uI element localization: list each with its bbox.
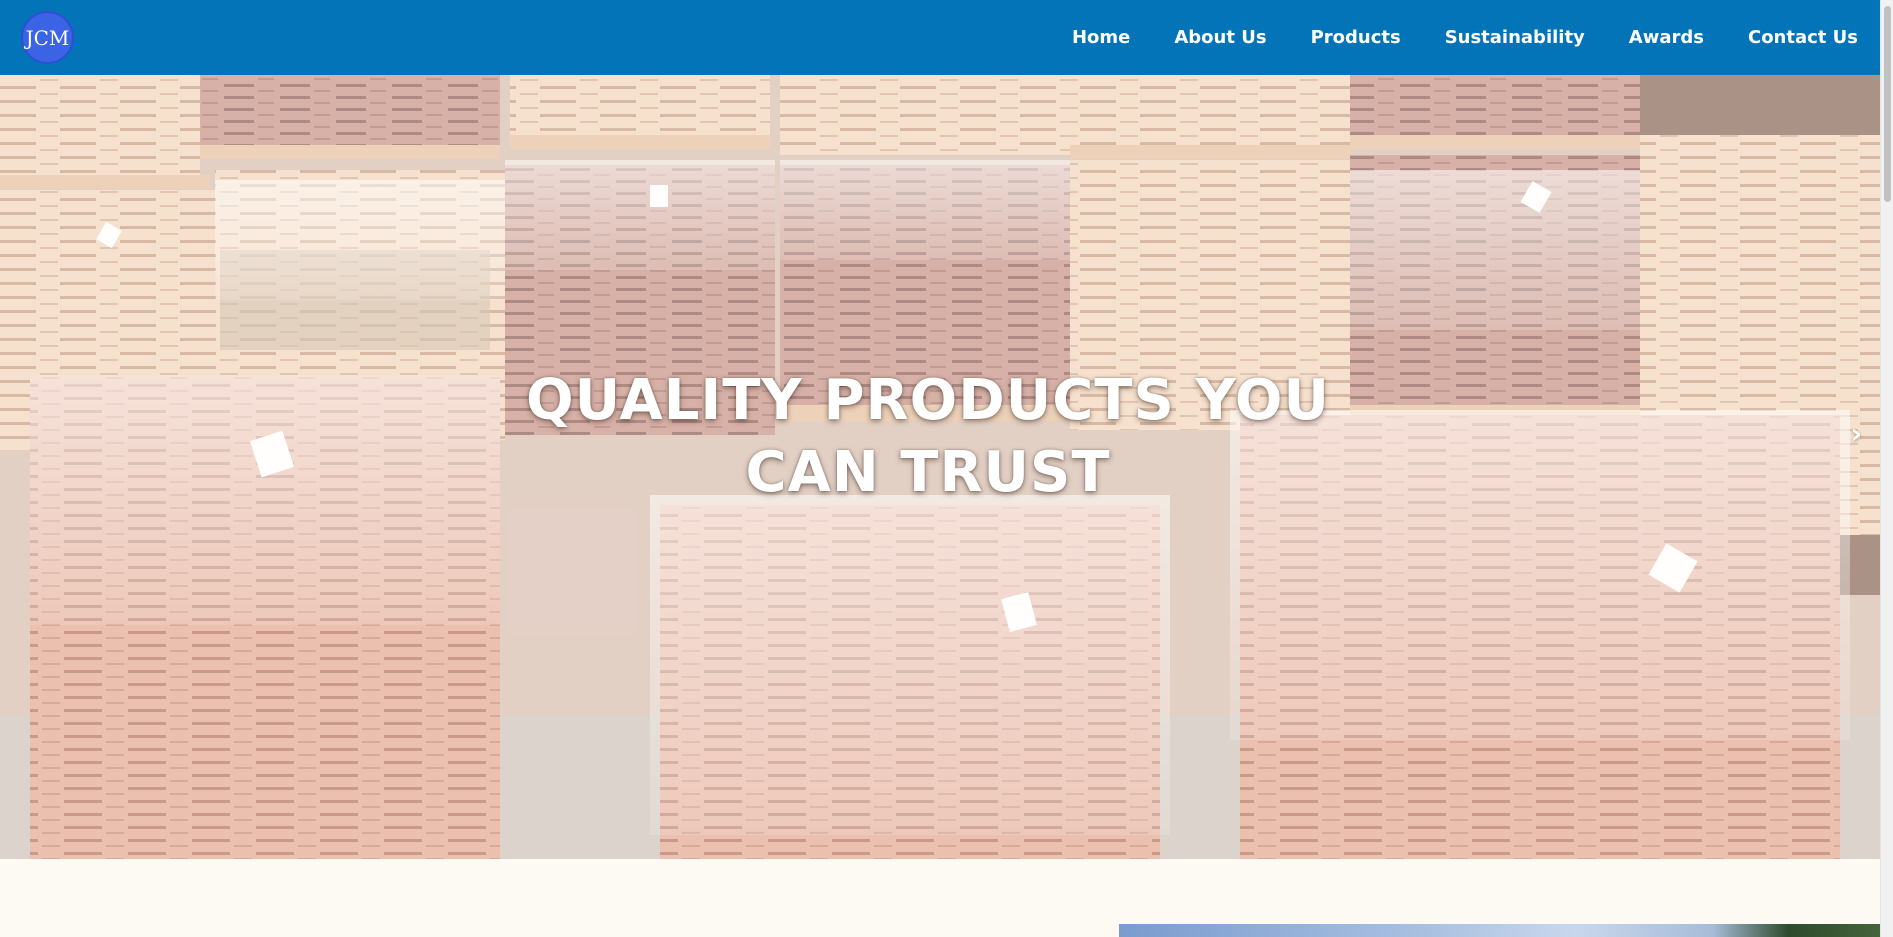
page-scrollbar[interactable] <box>1880 0 1893 937</box>
slider-next-arrow-icon[interactable]: › <box>1850 417 1862 450</box>
nav-awards[interactable]: Awards <box>1629 27 1704 48</box>
landscape-image <box>1119 924 1880 937</box>
nav-about-us[interactable]: About Us <box>1174 27 1266 48</box>
logo-text: JCM <box>25 25 70 50</box>
intro-section <box>0 859 1880 937</box>
page: JCM Home About Us Products Sustainabilit… <box>0 0 1893 937</box>
scrollbar-thumb[interactable] <box>1884 6 1891 202</box>
nav-home[interactable]: Home <box>1072 27 1130 48</box>
nav-sustainability[interactable]: Sustainability <box>1445 27 1585 48</box>
nav-contact-us[interactable]: Contact Us <box>1748 27 1858 48</box>
main-nav: Home About Us Products Sustainability Aw… <box>1072 27 1858 48</box>
site-header: JCM Home About Us Products Sustainabilit… <box>0 0 1880 75</box>
jcm-logo[interactable]: JCM <box>21 11 74 64</box>
hero-slider: QUALITY PRODUCTS YOU CAN TRUST › <box>0 75 1880 859</box>
hero-title: QUALITY PRODUCTS YOU CAN TRUST <box>526 368 1330 505</box>
nav-products[interactable]: Products <box>1311 27 1401 48</box>
